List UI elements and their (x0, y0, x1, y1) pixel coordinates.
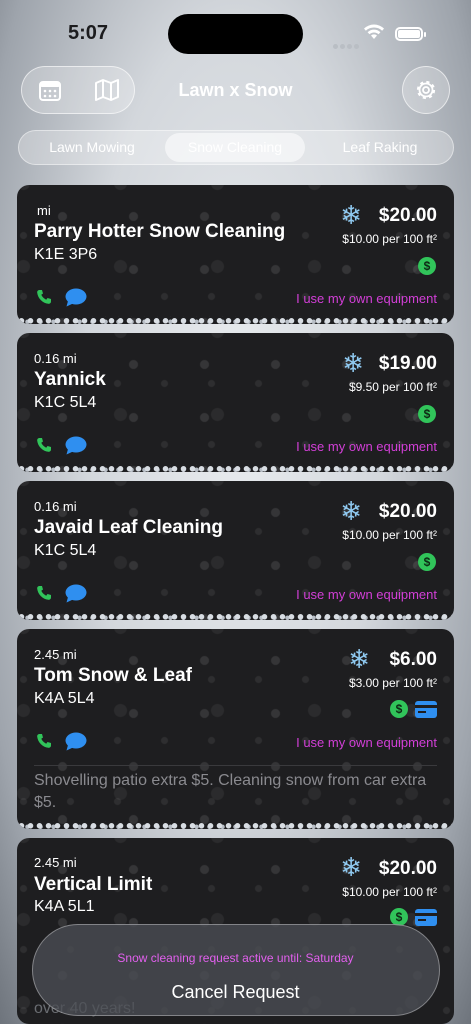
service-tabs: Lawn Mowing Snow Cleaning Leaf Raking (18, 130, 454, 165)
provider-name: Parry Hotter Snow Cleaning (34, 221, 286, 242)
provider-price: $19.00 (378, 353, 437, 374)
phone-icon[interactable] (36, 733, 52, 749)
snowflake-icon: ❄ (340, 200, 362, 230)
provider-postal-code: K4A 5L1 (34, 898, 95, 915)
provider-distance: 0.16 mi (34, 499, 77, 514)
app-title: Lawn x Snow (178, 80, 293, 100)
provider-price: $6.00 (389, 649, 437, 670)
provider-price: $20.00 (378, 501, 437, 522)
provider-distance: 0.16 mi (34, 351, 77, 366)
provider-postal-code: K4A 5L4 (34, 690, 95, 707)
battery-icon (395, 27, 426, 41)
provider-name: Tom Snow & Leaf (34, 665, 192, 686)
provider-distance: 2.45 mi (34, 855, 77, 870)
status-bar: 5:07 (0, 0, 471, 62)
equipment-note: I use my own equipment (296, 291, 437, 306)
header-left-controls (21, 66, 135, 114)
provider-price: $20.00 (378, 858, 437, 879)
dynamic-island (168, 14, 303, 54)
request-status-panel: Snow cleaning request active until: Satu… (32, 924, 440, 1016)
provider-card[interactable]: mi Parry Hotter Snow Cleaning K1E 3P6 ❄ … (17, 185, 454, 324)
provider-distance: 2.45 mi (34, 647, 77, 662)
provider-distance: mi (37, 203, 51, 218)
signal-icon (333, 36, 361, 54)
wifi-icon (363, 24, 385, 45)
credit-card-icon (415, 909, 437, 926)
snowflake-icon: ❄ (342, 348, 364, 378)
equipment-note: I use my own equipment (296, 735, 437, 750)
provider-postal-code: K1E 3P6 (34, 246, 98, 263)
tab-snow-cleaning[interactable]: Snow Cleaning (165, 133, 305, 162)
message-icon[interactable] (65, 436, 87, 455)
provider-card[interactable]: 0.16 mi Yannick K1C 5L4 ❄ $19.00 $9.50 p… (17, 333, 454, 472)
message-icon[interactable] (65, 732, 87, 751)
map-button[interactable] (82, 67, 132, 112)
provider-name: Javaid Leaf Cleaning (34, 517, 224, 538)
provider-rate: $10.00 per 100 ft² (342, 232, 437, 246)
snowflake-icon: ❄ (340, 852, 362, 882)
equipment-note: I use my own equipment (296, 439, 437, 454)
status-time: 5:07 (68, 22, 109, 44)
map-icon (95, 78, 119, 101)
provider-name: Yannick (34, 369, 106, 390)
provider-card[interactable]: 0.16 mi Javaid Leaf Cleaning K1C 5L4 ❄ $… (17, 481, 454, 620)
credit-card-icon (415, 701, 437, 718)
provider-rate: $10.00 per 100 ft² (342, 885, 437, 899)
message-icon[interactable] (65, 288, 87, 307)
cash-payment-icon: $ (418, 257, 436, 275)
cash-payment-icon: $ (418, 553, 436, 571)
provider-postal-code: K1C 5L4 (34, 394, 97, 411)
tab-lawn-mowing[interactable]: Lawn Mowing (22, 133, 162, 162)
provider-rate: $10.00 per 100 ft² (342, 528, 437, 542)
cash-payment-icon: $ (418, 405, 436, 423)
message-icon[interactable] (65, 584, 87, 603)
provider-price: $20.00 (378, 205, 437, 226)
provider-card[interactable]: 2.45 mi Tom Snow & Leaf K4A 5L4 ❄ $6.00 … (17, 629, 454, 829)
provider-rate: $9.50 per 100 ft² (348, 380, 437, 394)
provider-name: Vertical Limit (34, 874, 153, 895)
request-active-text: Snow cleaning request active until: Satu… (117, 951, 354, 965)
gear-icon (416, 80, 436, 100)
calendar-icon (39, 80, 61, 101)
cash-payment-icon: $ (390, 700, 408, 718)
phone-icon[interactable] (36, 289, 52, 305)
tab-leaf-raking[interactable]: Leaf Raking (310, 133, 450, 162)
snowflake-icon: ❄ (348, 644, 370, 674)
provider-rate: $3.00 per 100 ft² (348, 676, 437, 690)
card-divider (34, 765, 437, 766)
phone-icon[interactable] (36, 585, 52, 601)
provider-postal-code: K1C 5L4 (34, 542, 97, 559)
provider-notes: Shovelling patio extra $5. Cleaning snow… (34, 772, 427, 811)
equipment-note: I use my own equipment (296, 587, 437, 602)
phone-icon[interactable] (36, 437, 52, 453)
settings-button[interactable] (402, 66, 450, 114)
cancel-request-button[interactable]: Cancel Request (93, 977, 378, 1007)
snowflake-icon: ❄ (340, 496, 362, 526)
calendar-button[interactable] (25, 67, 75, 112)
